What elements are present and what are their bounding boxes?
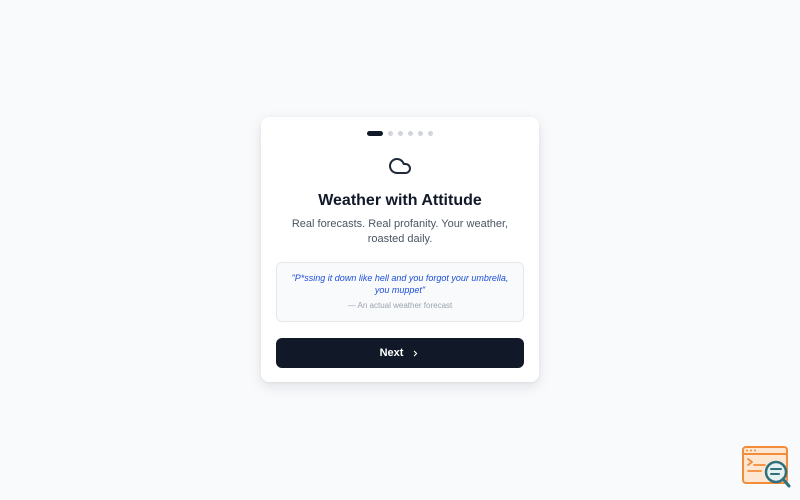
- page-title: Weather with Attitude: [318, 192, 482, 209]
- step-dot: [388, 131, 393, 136]
- page: Weather with Attitude Real forecasts. Re…: [0, 0, 800, 500]
- quote-text: "P*ssing it down like hell and you forgo…: [291, 273, 509, 295]
- step-dot: [428, 131, 433, 136]
- step-dot: [408, 131, 413, 136]
- onboarding-card: Weather with Attitude Real forecasts. Re…: [261, 117, 539, 382]
- subtitle: Real forecasts. Real profanity. Your wea…: [291, 218, 509, 245]
- step-dot: [418, 131, 423, 136]
- quote-source: — An actual weather forecast: [347, 301, 453, 310]
- step-indicator: [261, 131, 539, 136]
- next-button-label: Next: [379, 347, 404, 359]
- step-dot: [398, 131, 403, 136]
- cloud-icon: [385, 154, 415, 183]
- quote-box: "P*ssing it down like hell and you forgo…: [276, 262, 524, 322]
- browser-search-icon: [741, 445, 791, 489]
- chevron-right-icon: [411, 349, 420, 358]
- step-dot-active: [367, 131, 383, 136]
- next-button[interactable]: Next: [276, 338, 524, 368]
